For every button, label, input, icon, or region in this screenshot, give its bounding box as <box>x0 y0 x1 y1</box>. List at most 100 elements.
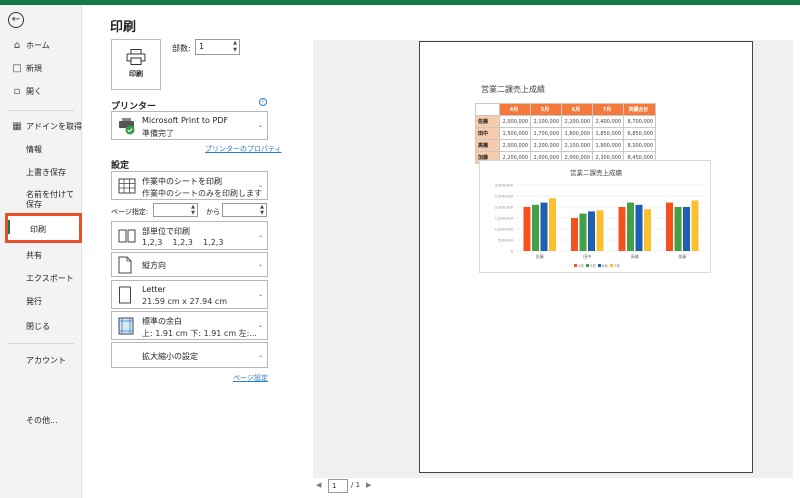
table-cell: 1,500,000 <box>499 127 531 140</box>
sidebar-item-label: 開く <box>26 87 42 96</box>
sidebar-item-label: 情報 <box>26 145 42 154</box>
sidebar-item-close[interactable]: 閉じる <box>0 316 82 338</box>
spinner-arrows-icon[interactable]: ▲ ▼ <box>191 204 195 216</box>
spinner-arrows-icon[interactable]: ▲ ▼ <box>233 40 237 54</box>
sidebar-item-new[interactable]: □ 新規 <box>0 58 82 80</box>
sidebar-item-home[interactable]: ⌂ ホーム <box>0 35 82 57</box>
orientation-title: 縦方向 <box>142 261 166 270</box>
paper-size-title: Letter <box>142 285 166 294</box>
table-cell: 1,700,000 <box>530 127 562 140</box>
table-header-row: 4月 5月 6月 7月 実績合計 <box>475 103 656 116</box>
y-tick-label: 2,000,000 <box>495 206 514 210</box>
chart-bar <box>540 202 548 251</box>
margins-subtitle: 上: 1.91 cm 下: 1.91 cm 左:... <box>142 329 257 338</box>
legend-label: 4月 <box>578 263 584 268</box>
chart-bar <box>674 207 682 251</box>
paper-size-dropdown[interactable]: Letter 21.59 cm x 27.94 cm ⌄ <box>111 280 268 309</box>
next-page-icon[interactable]: ▶ <box>366 481 371 489</box>
sidebar-item-label: アカウント <box>26 356 66 365</box>
chart-canvas: 0 500,000 1,000,000 1,500,000 2,000,000 2,500… <box>495 184 706 268</box>
table-header-cell: 実績合計 <box>623 103 656 116</box>
spinner-arrows-icon[interactable]: ▲ ▼ <box>260 204 264 216</box>
table-cell: 1,850,000 <box>592 127 624 140</box>
legend-swatch <box>598 264 601 267</box>
copies-stepper[interactable]: 1 ▲ ▼ <box>195 39 240 55</box>
sidebar-item-label: その他... <box>26 416 58 425</box>
printer-icon <box>126 49 146 65</box>
back-arrow-icon[interactable]: ← <box>8 12 24 28</box>
current-page-input[interactable]: 1 <box>328 479 348 493</box>
chevron-down-icon: ⌄ <box>257 322 263 329</box>
sidebar-item-label: 閉じる <box>26 322 50 331</box>
sidebar-item-save[interactable]: 上書き保存 <box>0 162 82 184</box>
print-button[interactable]: 印刷 <box>111 39 161 90</box>
sidebar-item-save-as[interactable]: 名前を付けて保存 <box>26 190 80 210</box>
table-cell: 2,100,000 <box>561 139 593 152</box>
printer-properties-link[interactable]: プリンターのプロパティ <box>205 144 282 154</box>
table-cell: 8,200,000 <box>623 139 656 152</box>
print-scope-dropdown[interactable]: 作業中のシートを印刷 作業中のシートのみを印刷します ⌄ <box>111 171 268 200</box>
x-tick-label: 田中 <box>583 253 591 259</box>
x-tick-label: 高橋 <box>631 253 639 259</box>
sidebar-item-label: 共有 <box>26 251 42 260</box>
open-folder-icon: ▫ <box>13 86 21 97</box>
info-icon[interactable]: i <box>259 98 267 106</box>
margins-title: 標準の余白 <box>142 317 182 326</box>
sidebar-item-info[interactable]: 情報 <box>0 139 82 161</box>
table-cell: 2,000,000 <box>499 139 531 152</box>
addins-grid-icon: ▦ <box>12 121 22 132</box>
legend-label: 5月 <box>590 263 596 268</box>
sidebar-item-share[interactable]: 共有 <box>0 245 82 267</box>
collate-dropdown[interactable]: 部単位で印刷 1,2,3 1,2,3 1,2,3 ⌄ <box>111 221 268 250</box>
chart-bar <box>635 204 643 251</box>
sidebar-item-publish[interactable]: 発行 <box>0 291 82 313</box>
portrait-page-icon <box>118 256 132 274</box>
chart-bar <box>596 210 604 251</box>
previous-page-icon[interactable]: ◀ <box>316 481 321 489</box>
table-header-cell: 5月 <box>530 103 562 116</box>
chart-bar <box>618 207 626 251</box>
pages-from-input[interactable]: ▲ ▼ <box>153 203 198 217</box>
printer-icon <box>119 118 135 135</box>
margins-icon <box>118 317 134 335</box>
scaling-title: 拡大縮小の設定 <box>142 352 198 361</box>
sales-table: 4月 5月 6月 7月 実績合計 佐藤 2,000,000 2,100,000 … <box>475 103 656 164</box>
printer-dropdown[interactable]: Microsoft Print to PDF 準備完了 ⌄ <box>111 111 268 140</box>
table-cell: 1,900,000 <box>592 139 624 152</box>
sidebar-item-addins[interactable]: ▦ アドインを取得 <box>0 116 82 138</box>
pages-to-input[interactable]: ▲ ▼ <box>222 203 267 217</box>
sidebar-item-label: ホーム <box>26 41 50 50</box>
table-header-cell: 7月 <box>592 103 624 116</box>
pages-label: ページ指定: <box>111 208 149 216</box>
chart-bar <box>627 202 634 251</box>
printer-status: 準備完了 <box>142 129 174 138</box>
sheet-title: 営業二課売上成績 <box>481 85 545 94</box>
sidebar-item-more[interactable]: その他... <box>0 410 82 432</box>
scaling-dropdown[interactable]: 拡大縮小の設定 ⌄ <box>111 342 268 368</box>
paper-size-subtitle: 21.59 cm x 27.94 cm <box>142 297 228 306</box>
y-tick-label: 2,500,000 <box>495 195 514 199</box>
sidebar-item-open[interactable]: ▫ 開く <box>0 81 82 103</box>
collate-subtitle: 1,2,3 1,2,3 1,2,3 <box>142 238 224 247</box>
x-tick-label: 佐藤 <box>536 253 544 259</box>
collate-title: 部単位で印刷 <box>142 227 190 236</box>
table-cell: 2,200,000 <box>561 115 593 128</box>
legend-label: 6月 <box>602 263 608 268</box>
sidebar-item-export[interactable]: エクスポート <box>0 268 82 290</box>
y-tick-label: 3,000,000 <box>495 184 514 188</box>
orientation-dropdown[interactable]: 縦方向 ⌄ <box>111 252 268 277</box>
print-scope-title: 作業中のシートを印刷 <box>142 177 222 186</box>
table-cell: 2,000,000 <box>499 115 531 128</box>
legend-swatch <box>586 264 589 267</box>
table-row: 高橋 2,000,000 2,200,000 2,100,000 1,900,0… <box>475 139 656 152</box>
legend-label: 7月 <box>614 263 620 268</box>
margins-dropdown[interactable]: 標準の余白 上: 1.91 cm 下: 1.91 cm 左:... ⌄ <box>111 311 268 340</box>
chart-bar <box>532 204 539 251</box>
chevron-down-icon: ⌄ <box>257 352 263 359</box>
sidebar-item-print-label-wrap: 印刷 <box>4 219 86 241</box>
chart-bar <box>523 207 531 251</box>
page-setup-link[interactable]: ページ設定 <box>233 373 268 383</box>
table-cell: 高橋 <box>475 139 500 152</box>
home-icon: ⌂ <box>13 40 21 51</box>
sidebar-item-account[interactable]: アカウント <box>0 350 82 372</box>
